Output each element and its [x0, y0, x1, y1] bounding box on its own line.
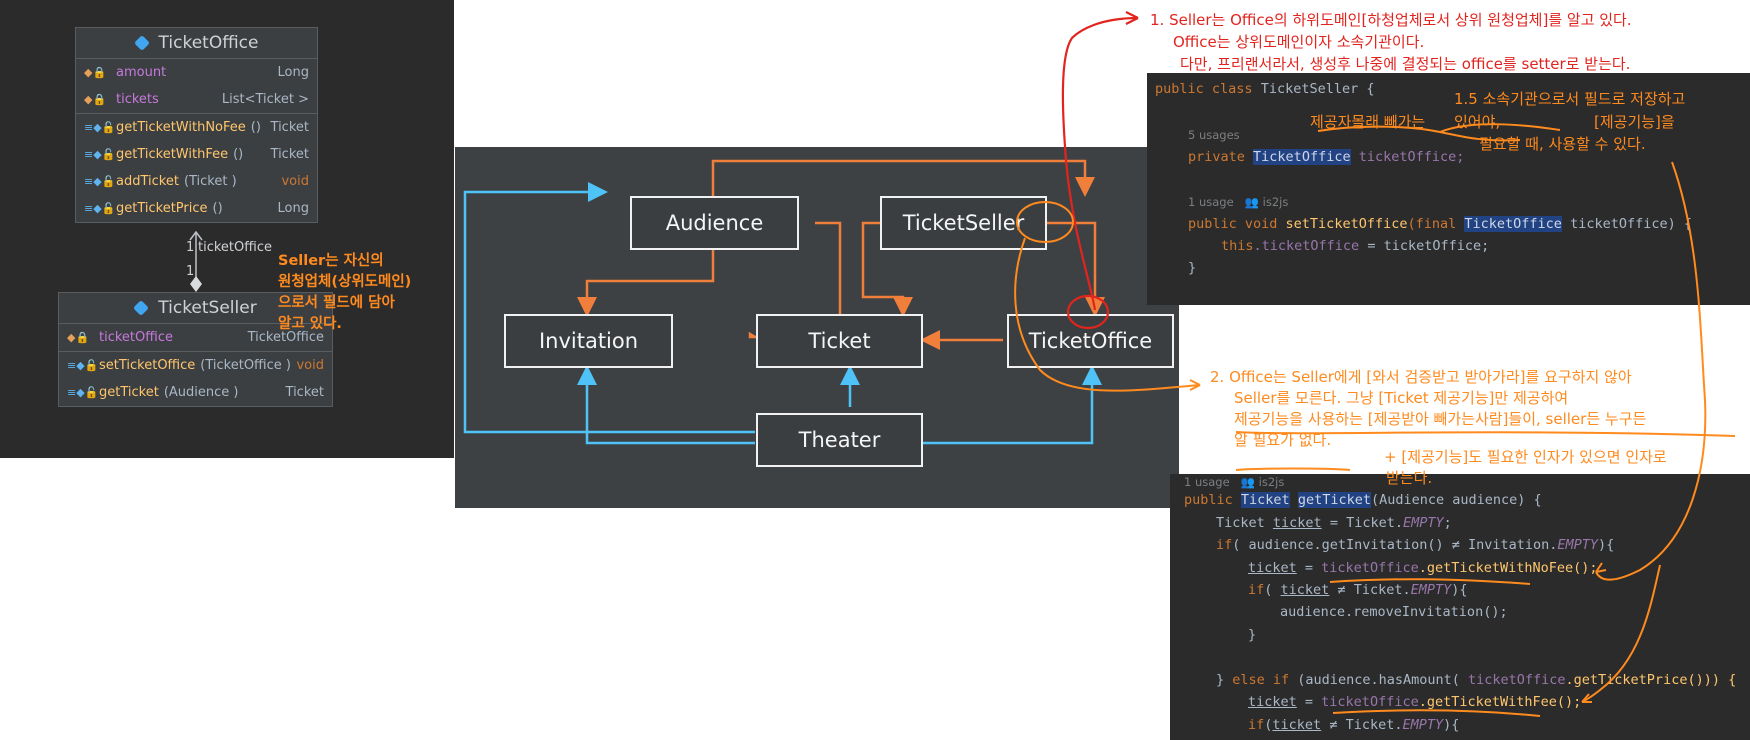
uml-method-name: getTicket (Audience ) [99, 385, 239, 400]
note-line: Seller는 자신의 [278, 253, 384, 269]
note-line: 1. Seller는 Office의 하위도메인[하청업체로서 상위 원청업체]… [1150, 11, 1632, 29]
code-line: ticket = ticketOffice.getTicketWithNoFee… [1248, 560, 1598, 576]
note-line: Seller를 모른다. 그냥 [Ticket 제공기능]만 제공하여 [1234, 389, 1569, 407]
code-line: public Ticket getTicket(Audience audienc… [1184, 492, 1542, 508]
uml-method-type: void [296, 358, 324, 373]
uml-method-type: Ticket [285, 385, 324, 400]
note-line: 원청업체(상위도메인) [278, 274, 412, 290]
note-line: 다만, 프리랜서라서, 생성후 나중에 결정되는 office를 setter로… [1180, 55, 1631, 73]
class-icon [133, 300, 150, 316]
association-multiplicity-top: 1 [186, 240, 195, 255]
code-line: ticket = ticketOffice.getTicketWithFee()… [1248, 694, 1582, 710]
code-line: if( audience.getInvitation() ≠ Invitatio… [1216, 537, 1615, 553]
note-line: Office는 상위도메인이자 소속기관이다. [1173, 33, 1425, 51]
uml-method-row[interactable]: ≡◆🔓 setTicketOffice (TicketOffice ) void [59, 352, 332, 379]
dep-box-ticket: Ticket [756, 314, 923, 368]
uml-methods-section: ≡◆🔓 setTicketOffice (TicketOffice ) void … [59, 352, 332, 406]
code-line: } [1248, 627, 1257, 643]
dep-box-invitation: Invitation [504, 314, 673, 368]
usages-hint[interactable]: 5 usages [1188, 124, 1240, 146]
dep-box-theater: Theater [756, 413, 923, 467]
association-role-label: ticketOffice [198, 240, 272, 255]
code-line: public class TicketSeller { [1155, 81, 1375, 97]
annotation-note-2: 2. Office는 Seller에게 [와서 검증받고 받아가라]를 요구하지… [1210, 367, 1646, 451]
code-line: audience.removeInvitation(); [1280, 604, 1508, 620]
association-multiplicity-bottom: 1 [186, 264, 195, 279]
method-public-icon: ≡◆🔓 [67, 359, 99, 372]
dep-box-ticket-office: TicketOffice [1007, 314, 1174, 368]
usages-hint[interactable]: 1 usage 👥 is2js [1188, 191, 1288, 213]
code-panel-get-ticket-method: 1 usage 👥 is2js public Ticket getTicket(… [1170, 474, 1750, 740]
annotation-sneak-label: 제공자몰래 빼가는 [1310, 113, 1426, 131]
field-tag-lock-icon: ◆🔒 [67, 331, 90, 344]
annotation-note-1-5: 1.5 소속기관으로서 필드로 저장하고 [1454, 89, 1685, 110]
code-line: public void setTicketOffice(final Ticket… [1188, 216, 1692, 232]
note-line: 2. Office는 Seller에게 [와서 검증받고 받아가라]를 요구하지… [1210, 368, 1632, 386]
uml-method-name: setTicketOffice (TicketOffice ) [99, 358, 291, 373]
code-line: Ticket ticket = Ticket.EMPTY; [1216, 515, 1452, 531]
code-line: if( ticket ≠ Ticket.EMPTY){ [1248, 582, 1468, 598]
code-line: this.ticketOffice = ticketOffice; [1221, 238, 1490, 254]
annotation-note-1: 1. Seller는 Office의 하위도메인[하청업체로서 상위 원청업체]… [1150, 9, 1632, 75]
annotation-note-1-5-line2b: [제공기능]을 [1594, 113, 1675, 131]
note-line: 으로서 필드에 담아 [278, 295, 395, 311]
code-line: if(ticket ≠ Ticket.EMPTY){ [1248, 717, 1460, 733]
note-line: 받는다. [1386, 469, 1433, 487]
uml-diagram-panel: TicketOffice ◆🔒 amount Long ◆🔒 tickets L… [0, 0, 454, 458]
seller-annotation-note: Seller는 자신의 원청업체(상위도메인) 으로서 필드에 담아 알고 있다… [278, 251, 411, 335]
code-line: } else if (audience.hasAmount( ticketOff… [1216, 672, 1737, 688]
dep-box-audience: Audience [630, 196, 799, 250]
method-public-icon: ≡◆🔓 [67, 386, 99, 399]
uml-field-name: ticketOffice [99, 330, 173, 345]
note-line: + [제공기능]도 필요한 인자가 있으면 인자로 [1384, 448, 1667, 466]
uml-method-row[interactable]: ≡◆🔓 getTicket (Audience ) Ticket [59, 379, 332, 406]
dependency-diagram-photo: Audience TicketSeller Invitation Ticket … [455, 147, 1179, 508]
uml-class-title: TicketSeller [158, 298, 257, 318]
note-line: 알고 있다. [278, 316, 342, 332]
dep-box-ticket-seller: TicketSeller [880, 196, 1047, 250]
author-icon: 👥 [1240, 475, 1255, 489]
code-line: } [1188, 260, 1197, 276]
note-line: 1.5 소속기관으로서 필드로 저장하고 [1454, 90, 1686, 108]
annotation-note-1-5-line2a: 있어야, [1454, 113, 1501, 131]
note-line: 제공기능을 사용하는 [제공받아 빼가는사람]들이, seller든 누구든 [1234, 410, 1647, 428]
annotation-note-1-5-line3: 필요할 때, 사용할 수 있다. [1479, 135, 1646, 153]
annotation-note-plus: + [제공기능]도 필요한 인자가 있으면 인자로 받는다. [1384, 447, 1667, 489]
code-line: private TicketOffice ticketOffice; [1188, 149, 1465, 165]
author-icon: 👥 [1244, 195, 1259, 209]
